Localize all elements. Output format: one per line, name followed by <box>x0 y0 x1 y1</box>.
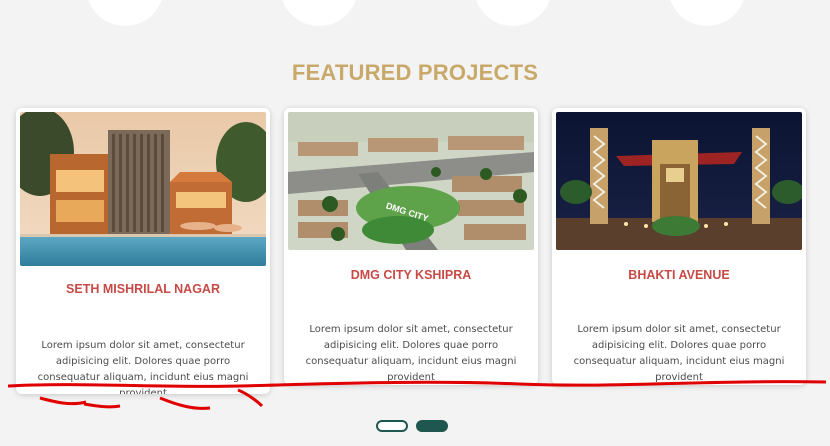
project-name[interactable]: DMG CITY KSHIPRA <box>284 268 538 282</box>
decorative-circle <box>668 0 746 26</box>
project-description: Lorem ipsum dolor sit amet, consectetur … <box>37 340 249 394</box>
project-card[interactable]: DMG CITY DMG CITY KSHIPRA Lorem ipsum do… <box>284 108 538 385</box>
carousel-dot[interactable] <box>376 420 408 432</box>
project-description: Lorem ipsum dolor sit amet, consectetur … <box>305 324 517 383</box>
carousel-pagination <box>376 420 448 432</box>
project-name[interactable]: SETH MISHRILAL NAGAR <box>16 282 270 296</box>
project-image[interactable] <box>556 112 802 250</box>
section-title: FEATURED PROJECTS <box>291 60 539 85</box>
project-image[interactable]: DMG CITY <box>288 112 534 250</box>
decorative-circle <box>474 0 552 26</box>
project-description: Lorem ipsum dolor sit amet, consectetur … <box>573 324 785 383</box>
project-card[interactable]: SETH MISHRILAL NAGAR Lorem ipsum dolor s… <box>16 108 270 394</box>
project-card[interactable]: BHAKTI AVENUE Lorem ipsum dolor sit amet… <box>552 108 806 385</box>
decorative-circle <box>86 0 164 26</box>
carousel-dot-active[interactable] <box>416 420 448 432</box>
decorative-circle <box>280 0 358 26</box>
featured-projects-section: FEATURED PROJECTS SETH MISHRILAL NAGAR L… <box>0 0 830 446</box>
project-name[interactable]: BHAKTI AVENUE <box>552 268 806 282</box>
project-image[interactable] <box>20 112 266 266</box>
